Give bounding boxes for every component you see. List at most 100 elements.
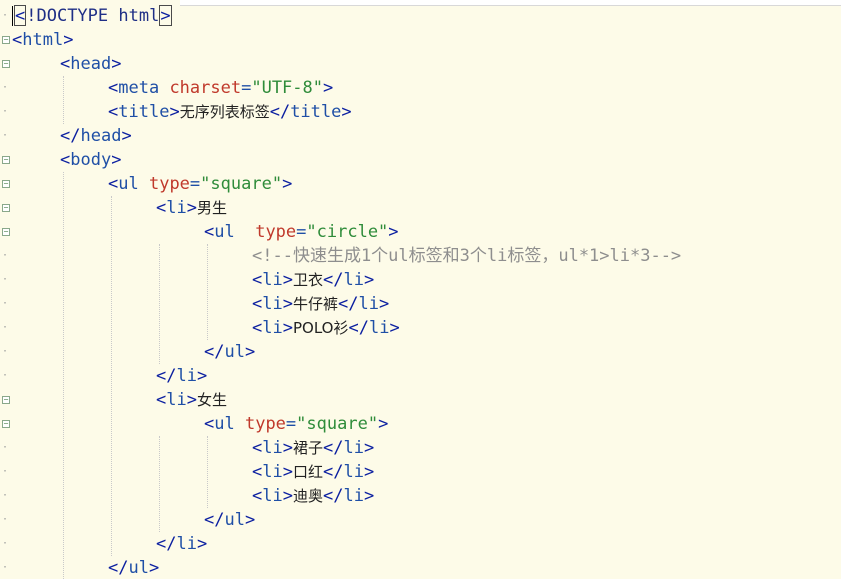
code-token-tag: html [22, 30, 64, 50]
code-token-punct: > [378, 294, 390, 314]
matched-bracket: > [159, 5, 172, 26]
code-token-punct: > [388, 222, 399, 242]
code-token-text: 口红 [292, 463, 323, 481]
code-line[interactable]: <ul type="circle"> [204, 220, 399, 244]
code-token-punct: > [244, 342, 256, 362]
code-token-tag: ul [224, 342, 245, 362]
code-line[interactable]: <li>POLO衫</li> [252, 316, 400, 340]
code-line[interactable]: </ul> [108, 556, 159, 579]
code-token-punct: > [148, 558, 160, 578]
code-line[interactable]: <li>口红</li> [252, 460, 374, 484]
fold-line-marker: · [2, 10, 9, 21]
code-token-text: 牛仔裤 [292, 295, 338, 313]
code-token-text: 迪奥 [292, 487, 323, 505]
fold-line-marker: · [2, 442, 9, 453]
code-line[interactable]: </ul> [204, 508, 255, 532]
code-token-str: "square" [200, 174, 283, 194]
code-token-tag: li [343, 438, 364, 458]
code-line[interactable]: <ul type="square"> [204, 412, 388, 436]
code-token-punct: < [108, 174, 119, 194]
fold-toggle-icon[interactable]: − [2, 228, 10, 236]
fold-toggle-icon[interactable]: − [2, 396, 10, 404]
fold-toggle-icon[interactable]: − [2, 420, 10, 428]
code-token-doctype: !DOCTYPE html [26, 6, 160, 26]
fold-line-marker: · [2, 130, 9, 141]
code-token-punct: > [282, 174, 293, 194]
code-line[interactable]: </li> [156, 364, 207, 388]
code-token-attr: charset [169, 78, 242, 98]
code-token-punct: > [282, 462, 293, 482]
code-token-punct: > [111, 54, 122, 74]
code-line[interactable]: <li>牛仔裤</li> [252, 292, 389, 316]
code-token-eq: = [189, 174, 201, 194]
code-token-punct: </ [156, 534, 177, 554]
code-line[interactable]: <li>女生 [156, 388, 227, 412]
fold-toggle-icon[interactable]: − [2, 36, 10, 44]
code-token-punct: < [204, 414, 215, 434]
code-line[interactable]: <!DOCTYPE html> [12, 4, 172, 28]
fold-toggle-icon[interactable]: − [2, 180, 10, 188]
code-token-eq: = [285, 414, 297, 434]
code-token-tag: meta [118, 78, 170, 98]
code-token-tag: li [343, 462, 364, 482]
code-token-str: "UTF-8" [251, 78, 323, 98]
code-token-punct: < [252, 270, 263, 290]
fold-toggle-icon[interactable]: − [2, 156, 10, 164]
code-token-punct: > [282, 318, 293, 338]
code-line[interactable]: <head> [60, 52, 121, 76]
code-token-tag: body [70, 150, 112, 170]
fold-line-marker: · [2, 274, 9, 285]
code-token-punct: > [169, 102, 180, 122]
fold-toggle-icon[interactable]: − [2, 204, 10, 212]
code-line[interactable]: </li> [156, 532, 207, 556]
code-token-str: "square" [296, 414, 379, 434]
code-token-str: "circle" [306, 222, 389, 242]
code-line[interactable]: <ul type="square"> [108, 172, 292, 196]
fold-line-marker: · [2, 514, 9, 525]
code-line[interactable]: <title>无序列表标签</title> [108, 100, 352, 124]
code-token-tag: ul [214, 414, 245, 434]
indent-guide [63, 172, 64, 579]
code-token-tag: head [70, 54, 112, 74]
code-token-punct: </ [60, 126, 81, 146]
code-token-punct: < [252, 438, 263, 458]
code-token-tag: li [262, 318, 283, 338]
code-line[interactable]: <!--快速生成1个ul标签和3个li标签，ul*1>li*3--> [252, 244, 681, 268]
code-token-punct: </ [269, 102, 291, 122]
code-token-punct: > [363, 486, 375, 506]
code-line[interactable]: <li>裙子</li> [252, 436, 374, 460]
indent-guide [159, 244, 160, 364]
code-token-attr: type [244, 414, 286, 434]
code-token-punct: > [111, 150, 122, 170]
code-token-tag: title [118, 102, 170, 122]
code-editor[interactable]: · − − · · · − − − − · · · · · · − − · · · · · · <!DOCTYPE html>… [0, 0, 841, 579]
code-token-attr: type [255, 222, 297, 242]
code-line[interactable]: </ul> [204, 340, 255, 364]
code-line[interactable]: <body> [60, 148, 121, 172]
code-token-punct: </ [323, 486, 344, 506]
text-caret [12, 6, 13, 26]
code-token-tag: ul [118, 174, 149, 194]
code-token-punct: < [12, 30, 23, 50]
indent-guide [159, 436, 160, 532]
code-token-tag: li [262, 294, 283, 314]
code-token-eq: = [241, 78, 252, 98]
code-line[interactable]: <li>卫衣</li> [252, 268, 374, 292]
code-token-tag: li [176, 366, 197, 386]
code-token-punct: > [363, 438, 375, 458]
code-token-tag: li [262, 438, 283, 458]
code-token-punct: > [63, 30, 74, 50]
code-token-punct: </ [156, 366, 177, 386]
code-token-punct: < [60, 150, 71, 170]
code-line[interactable]: <li>男生 [156, 196, 227, 220]
code-token-punct: < [252, 486, 263, 506]
code-line[interactable]: <html> [12, 28, 73, 52]
code-line[interactable]: <meta charset="UTF-8"> [108, 76, 333, 100]
code-line[interactable]: </head> [60, 124, 132, 148]
code-token-tag: ul [128, 558, 149, 578]
code-token-text: POLO衫 [292, 319, 349, 337]
code-line[interactable]: <li>迪奥</li> [252, 484, 374, 508]
code-token-punct: > [186, 198, 197, 218]
fold-toggle-icon[interactable]: − [2, 60, 10, 68]
code-token-punct: > [121, 126, 132, 146]
